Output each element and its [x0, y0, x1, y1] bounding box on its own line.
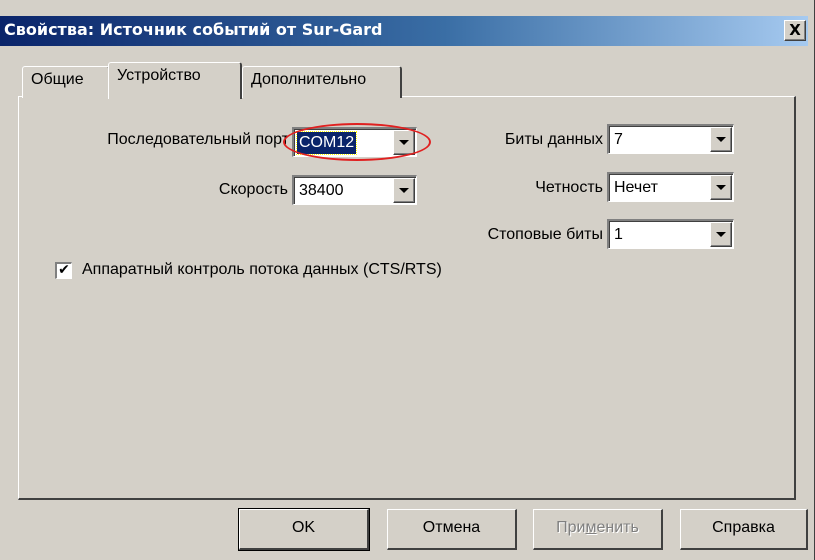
stop-bits-dropdown-button[interactable]: [710, 222, 732, 247]
stop-bits-value: 1: [614, 226, 623, 243]
speed-value: 38400: [299, 182, 344, 199]
data-bits-select[interactable]: 7: [607, 124, 734, 154]
speed-label: Скорость: [218, 181, 288, 198]
ok-button[interactable]: OK: [238, 508, 370, 551]
chevron-down-icon: [716, 137, 726, 142]
close-button[interactable]: X: [784, 20, 806, 41]
checkmark-icon: ✔: [58, 262, 70, 278]
close-icon: X: [789, 21, 801, 39]
help-button-label: Справка: [712, 519, 775, 536]
stop-bits-select[interactable]: 1: [607, 219, 734, 249]
apply-label-part: енить: [596, 519, 639, 536]
tab-general[interactable]: Общие: [22, 66, 110, 98]
tab-label: Устройство: [117, 67, 201, 84]
flow-control-label[interactable]: Аппаратный контроль потока данных (CTS/R…: [82, 261, 442, 279]
apply-button-label: Применить: [556, 519, 639, 536]
parity-select[interactable]: Нечет: [607, 172, 734, 202]
cancel-button[interactable]: Отмена: [387, 509, 517, 550]
window-title: Свойства: Источник событий от Sur-Gard: [4, 20, 383, 39]
data-bits-value: 7: [614, 131, 623, 148]
tab-advanced[interactable]: Дополнительно: [242, 66, 402, 98]
apply-label-part: При: [556, 519, 586, 536]
chevron-down-icon: [716, 232, 726, 237]
properties-dialog: Свойства: Источник событий от Sur-Gard X…: [0, 0, 815, 560]
speed-select[interactable]: 38400: [292, 175, 417, 205]
annotation-highlight: [283, 123, 431, 161]
speed-dropdown-button[interactable]: [393, 178, 415, 203]
cancel-button-label: Отмена: [422, 519, 481, 536]
ok-button-label: OK: [291, 519, 316, 536]
chevron-down-icon: [399, 188, 409, 193]
serial-port-label: Последовательный порт: [107, 131, 289, 148]
data-bits-label: Биты данных: [504, 131, 603, 148]
chevron-down-icon: [716, 185, 726, 190]
tab-device[interactable]: Устройство: [108, 62, 242, 99]
parity-value: Нечет: [614, 179, 658, 196]
apply-button[interactable]: Применить: [533, 509, 663, 550]
title-bar[interactable]: Свойства: Источник событий от Sur-Gard X: [0, 16, 808, 46]
tab-label: Дополнительно: [251, 71, 367, 88]
stop-bits-label: Стоповые биты: [487, 226, 603, 243]
tab-label: Общие: [31, 71, 84, 88]
data-bits-dropdown-button[interactable]: [710, 127, 732, 152]
parity-label: Четность: [535, 179, 603, 196]
help-button[interactable]: Справка: [680, 509, 808, 550]
parity-dropdown-button[interactable]: [710, 175, 732, 200]
apply-mnemonic: м: [585, 519, 597, 536]
flow-control-checkbox[interactable]: ✔: [55, 262, 72, 279]
